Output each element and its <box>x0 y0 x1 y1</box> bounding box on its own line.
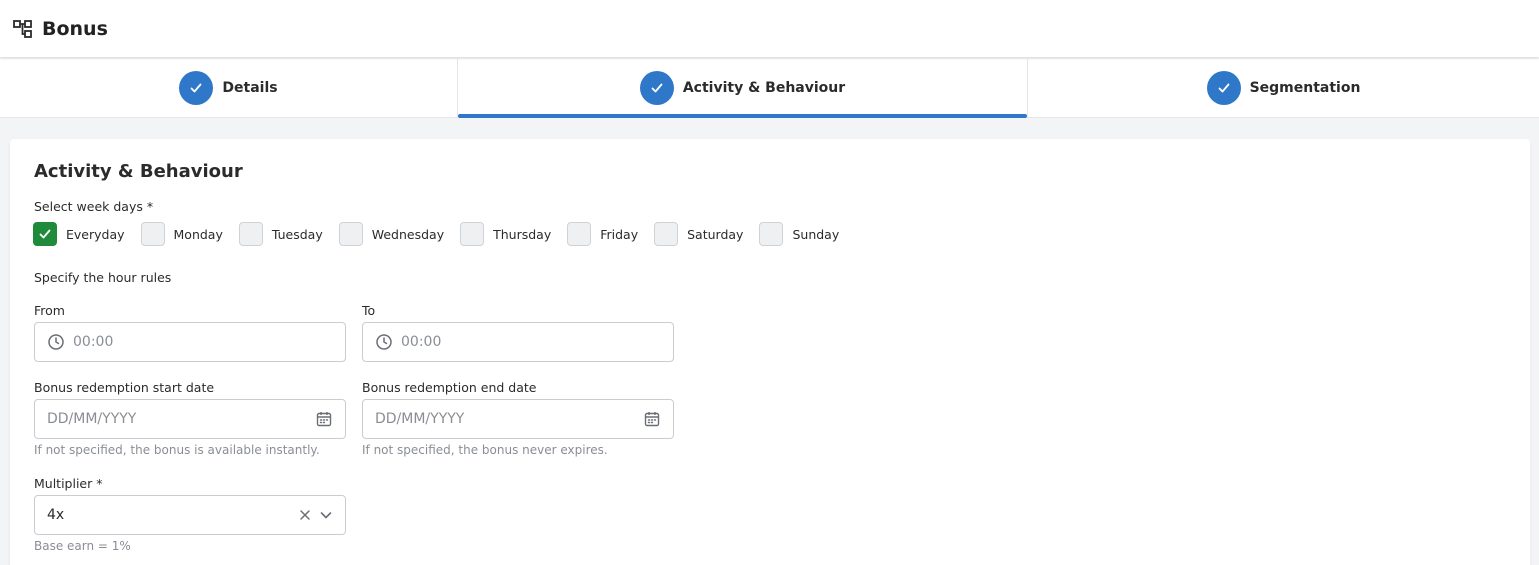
weekday-monday[interactable]: Monday <box>140 222 223 246</box>
weekday-tuesday[interactable]: Tuesday <box>238 222 323 246</box>
step-label: Details <box>222 80 278 96</box>
checkbox[interactable] <box>759 222 784 246</box>
weekday-sunday[interactable]: Sunday <box>759 222 839 246</box>
start-date-field[interactable] <box>34 399 346 439</box>
end-date-helper: If not specified, the bonus never expire… <box>362 443 608 457</box>
weekday-label: Sunday <box>792 226 840 242</box>
from-time-field[interactable] <box>34 322 346 362</box>
clear-icon[interactable] <box>299 509 311 521</box>
weekday-friday[interactable]: Friday <box>567 222 638 246</box>
multiplier-select[interactable]: 4x <box>34 495 346 535</box>
step-details[interactable]: Details <box>0 59 458 117</box>
step-segmentation[interactable]: Segmentation <box>1028 59 1539 117</box>
weekday-saturday[interactable]: Saturday <box>654 222 743 246</box>
start-date-label: Bonus redemption start date <box>34 380 215 395</box>
start-date-helper: If not specified, the bonus is available… <box>34 443 320 457</box>
checkbox-checked[interactable] <box>33 222 57 246</box>
weekday-label: Friday <box>600 226 639 242</box>
multiplier-value: 4x <box>47 507 65 523</box>
checkbox[interactable] <box>238 222 263 246</box>
clock-icon <box>375 333 393 351</box>
weekday-label: Wednesday <box>371 226 445 242</box>
check-icon <box>639 71 674 105</box>
step-label: Activity & Behaviour <box>682 80 846 96</box>
multiplier-helper: Base earn = 1% <box>34 539 131 553</box>
calendar-icon[interactable] <box>643 410 661 428</box>
weekday-label: Tuesday <box>271 226 323 242</box>
end-date-field[interactable] <box>362 399 674 439</box>
start-date-input[interactable] <box>47 411 309 427</box>
to-time-field[interactable] <box>362 322 674 362</box>
stepper: Details Activity & Behaviour Segmentatio… <box>0 59 1539 118</box>
weekday-everyday[interactable]: Everyday <box>33 222 125 246</box>
checkbox[interactable] <box>654 222 679 246</box>
checkbox[interactable] <box>567 222 592 246</box>
weekdays-label: Select week days * <box>34 199 154 214</box>
to-label: To <box>362 303 376 318</box>
calendar-icon[interactable] <box>315 410 333 428</box>
clock-icon <box>47 333 65 351</box>
multiplier-label: Multiplier * <box>34 476 103 491</box>
page-title: Bonus <box>42 17 108 40</box>
from-label: From <box>34 303 65 318</box>
weekday-wednesday[interactable]: Wednesday <box>338 222 445 246</box>
hierarchy-icon <box>12 18 34 40</box>
weekday-label: Everyday <box>66 226 125 242</box>
end-date-input[interactable] <box>375 411 637 427</box>
end-date-label: Bonus redemption end date <box>362 380 537 395</box>
section-title: Activity & Behaviour <box>34 161 243 182</box>
chevron-down-icon[interactable] <box>319 508 333 522</box>
checkbox[interactable] <box>338 222 363 246</box>
weekday-label: Monday <box>173 226 223 242</box>
weekday-label: Thursday <box>493 226 552 242</box>
check-icon <box>179 71 214 105</box>
weekday-label: Saturday <box>687 226 744 242</box>
checkbox[interactable] <box>460 222 485 246</box>
step-activity-behaviour[interactable]: Activity & Behaviour <box>458 59 1028 118</box>
from-time-input[interactable] <box>73 334 333 350</box>
to-time-input[interactable] <box>401 334 661 350</box>
check-icon <box>1206 71 1241 105</box>
checkbox[interactable] <box>140 222 165 246</box>
weekday-thursday[interactable]: Thursday <box>460 222 551 246</box>
step-label: Segmentation <box>1249 80 1361 96</box>
hour-rules-label: Specify the hour rules <box>34 270 172 285</box>
form-card: Activity & Behaviour Select week days * … <box>10 139 1530 565</box>
top-bar: Bonus <box>0 0 1539 57</box>
weekday-checkbox-group: Everyday Monday Tuesday Wednesday Thursd… <box>33 222 855 246</box>
